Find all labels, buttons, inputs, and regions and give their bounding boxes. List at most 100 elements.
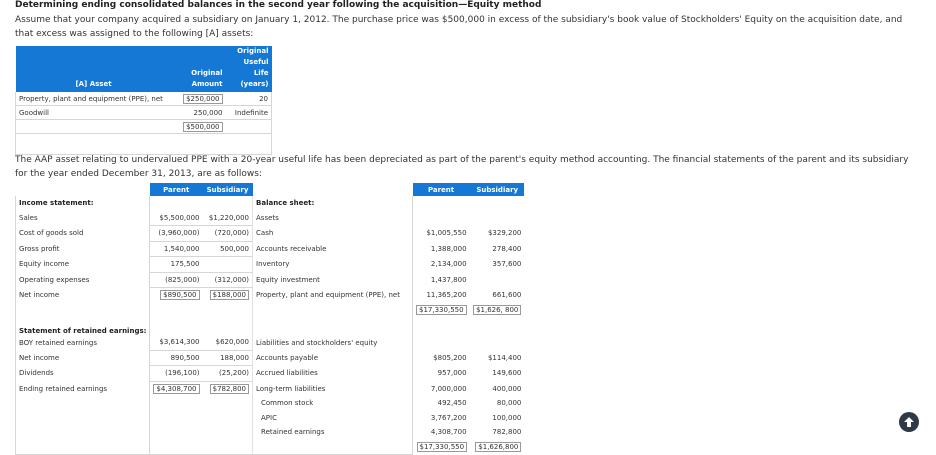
arrow-up-icon: [904, 417, 914, 427]
col-subsidiary: Subsidiary: [202, 183, 253, 196]
table-row-total: $500,000: [15, 119, 272, 134]
table-cell: $250,000: [171, 92, 226, 106]
table-cell: $17,330,550: [416, 442, 468, 452]
table-cell: [150, 425, 203, 440]
table-cell: $890,500: [160, 290, 200, 301]
scroll-to-top-button[interactable]: [899, 412, 919, 432]
table-cell: [14, 410, 151, 425]
table-row-total: $17,330,550 $1,626,800: [14, 439, 525, 455]
table-cell: [413, 211, 471, 226]
table-row: Operating expenses (825,000) (312,000) E…: [14, 272, 525, 288]
table-cell: [413, 335, 471, 350]
table-row: Common stock 492,450 80,000: [14, 396, 525, 411]
table-cell: $890,500: [150, 288, 203, 303]
table-cell: 20: [225, 92, 272, 106]
table-cell: [470, 317, 524, 335]
table-cell: $1,626, 800: [470, 303, 524, 318]
table-cell: $17,330,550: [413, 303, 471, 318]
table-row: Net income 890,500 188,000 Accounts paya…: [14, 350, 525, 366]
table-cell: [150, 411, 203, 426]
table-cell: [14, 396, 151, 411]
table-row: Sales $5,500,000 $1,220,000 Assets: [14, 210, 525, 226]
table-cell: Net income: [14, 350, 151, 366]
table-cell: [225, 133, 272, 155]
table-cell: [202, 302, 254, 317]
table-cell: Dividends: [14, 365, 151, 381]
table-row: Property, plant and equipment (PPE), net…: [15, 92, 272, 106]
table-cell: Indefinite: [225, 105, 272, 120]
col-asset: [A] Asset: [15, 46, 172, 92]
table-cell: $782,800: [209, 383, 250, 394]
table-cell: [202, 410, 254, 425]
table-cell: Accounts payable: [252, 350, 414, 366]
col-parent: Parent: [149, 183, 203, 196]
table-cell: $114,400: [487, 353, 522, 362]
table-cell: $1,626, 800: [473, 304, 522, 315]
table-cell: Retained earnings: [252, 425, 414, 440]
table-cell: 357,600: [492, 260, 522, 269]
table-cell: [202, 256, 254, 273]
table-cell: 957,000: [437, 369, 467, 378]
table-cell: Accrued liabilities: [252, 365, 414, 381]
table-cell: 1,388,000: [430, 244, 467, 253]
table-cell: 80,000: [496, 399, 522, 408]
table-cell: [470, 211, 524, 226]
page-title: Determining ending consolidated balances…: [15, 0, 542, 10]
table-cell: [149, 439, 203, 455]
table-cell: [470, 196, 524, 211]
table-cell: $500,000: [171, 119, 226, 134]
table-cell: Accounts receivable: [252, 241, 414, 257]
table-cell: [225, 119, 272, 134]
table-cell: [15, 183, 150, 196]
table-cell: 782,800: [492, 428, 522, 437]
table-cell: BOY retained earnings: [14, 335, 151, 350]
table-cell: 400,000: [492, 384, 522, 393]
table-cell: [150, 396, 203, 411]
section-heading: Statement of retained earnings:: [14, 317, 151, 335]
table-cell: Net income: [14, 287, 151, 303]
table-row: Net income $890,500 $188,000 Property, p…: [14, 287, 525, 303]
table-cell: Equity income: [14, 256, 151, 272]
table-cell: [202, 196, 254, 211]
table-cell: 1,540,000: [149, 241, 203, 257]
table-cell: [202, 317, 254, 335]
table-cell: 4,308,700: [430, 428, 467, 437]
table-cell: $188,000: [209, 290, 250, 301]
table-cell: Goodwill: [15, 105, 172, 120]
table-cell: Common stock: [252, 396, 414, 411]
table-cell: $250,000: [183, 93, 223, 104]
table-cell: 3,767,200: [430, 413, 467, 422]
table-cell: $188,000: [202, 287, 254, 303]
intro-paragraph: Assume that your company acquired a subs…: [15, 15, 903, 39]
table-cell: [15, 119, 172, 134]
table-cell: Property, plant and equipment (PPE), net: [252, 287, 414, 303]
table-cell: (720,000): [202, 225, 254, 242]
table-cell: [202, 425, 254, 440]
table-cell: 149,600: [492, 369, 522, 378]
table-cell: (825,000): [149, 272, 203, 288]
table-cell: [252, 439, 414, 455]
table-row: APIC 3,767,200 100,000: [14, 410, 525, 426]
table-cell: [413, 196, 471, 211]
table-cell: (25,200): [202, 365, 254, 382]
table-cell: Liabilities and stockholders' equity: [252, 335, 414, 350]
table-row: Gross profit 1,540,000 500,000 Accounts …: [14, 241, 525, 257]
table-cell: $1,626,800: [470, 440, 524, 455]
table-cell: Cash: [252, 225, 414, 241]
table-cell: $500,000: [183, 121, 223, 132]
description-paragraph: The AAP asset relating to undervalued PP…: [15, 155, 909, 179]
table-cell: [252, 302, 414, 317]
col-subsidiary: Subsidiary: [470, 183, 525, 196]
table-cell: $4,308,700: [153, 383, 200, 394]
financial-statements-table: Parent Subsidiary Parent Subsidiary Inco…: [14, 183, 525, 455]
table-row: Goodwill 250,000 Indefinite: [15, 105, 272, 120]
table-cell: $1,220,000: [202, 210, 254, 226]
table-cell: 100,000: [492, 413, 522, 422]
table-cell: [150, 196, 203, 211]
table-cell: 278,400: [492, 244, 522, 253]
table-cell: Gross profit: [14, 241, 151, 257]
table-row: Equity income 175,500 Inventory 2,134,00…: [14, 256, 525, 273]
table-cell: Ending retained earnings: [14, 381, 151, 396]
table-cell: Property, plant and equipment (PPE), net: [15, 92, 172, 106]
table-cell: $805,200: [433, 353, 467, 362]
